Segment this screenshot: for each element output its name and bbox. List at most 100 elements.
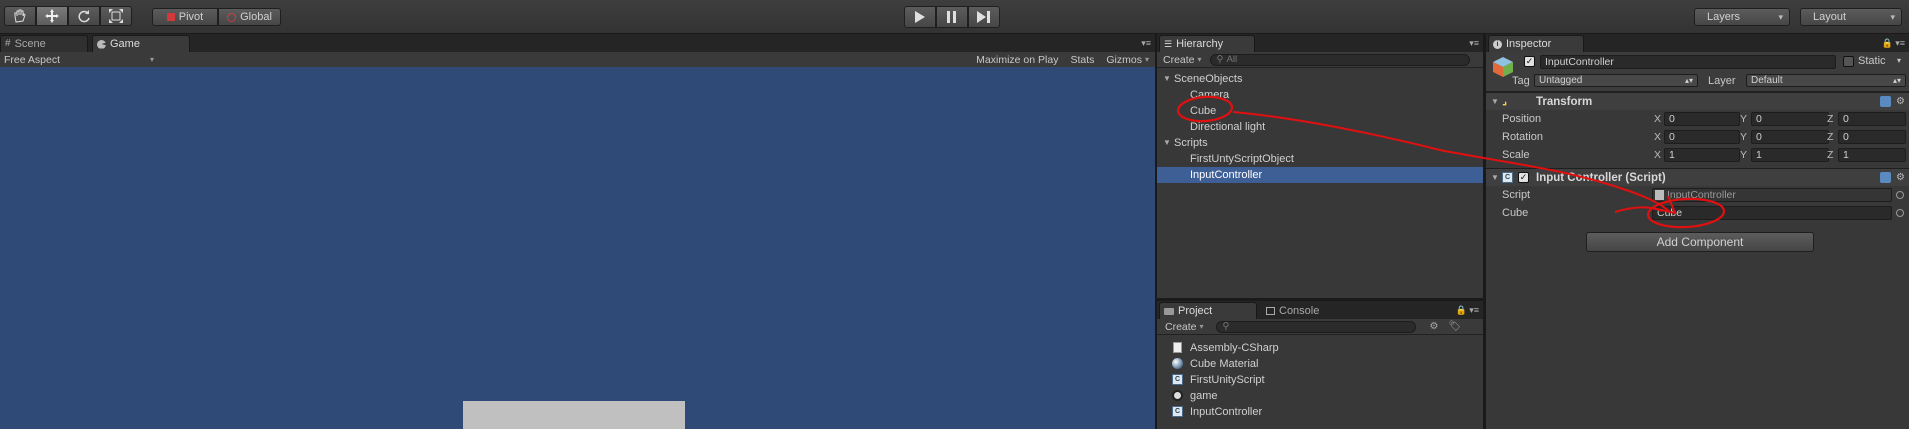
panel-menu-icon[interactable]: 🔒 ▾≡ — [1456, 305, 1479, 316]
pivot-toggle[interactable]: Pivot — [152, 8, 218, 26]
rotation-y-field[interactable]: 0 — [1751, 130, 1829, 144]
tree-item-directional-light[interactable]: Directional light — [1157, 119, 1483, 135]
game-toolbar: Free Aspect Maximize on Play Stats Gizmo… — [0, 52, 1155, 68]
maximize-on-play-toggle[interactable]: Maximize on Play — [970, 54, 1064, 66]
rotation-x-field[interactable]: 0 — [1664, 130, 1740, 144]
rotation-row: Rotation X 0 Y 0 Z 0 — [1486, 128, 1909, 146]
add-component-button[interactable]: Add Component — [1586, 232, 1814, 252]
game-viewport[interactable] — [0, 67, 1155, 429]
console-icon — [1266, 307, 1275, 315]
project-search-input[interactable]: ⚲ — [1215, 320, 1416, 333]
project-toolbar: Create ⚲ ⚙ 🏷 — [1157, 319, 1483, 335]
hierarchy-search-input[interactable]: ⚲ All — [1209, 53, 1470, 66]
script-component-header[interactable]: ▼ C ✓ Input Controller (Script) ⚙ — [1486, 168, 1909, 186]
tab-hierarchy[interactable]: ☰ Hierarchy — [1159, 35, 1255, 52]
inspector-tabstrip: i Inspector 🔒 ▾≡ — [1486, 34, 1909, 52]
filter-by-type-icon[interactable]: ⚙ — [1430, 321, 1439, 332]
object-picker-icon[interactable] — [1896, 209, 1904, 217]
cube-field-row: Cube Cube — [1486, 204, 1909, 222]
layers-dropdown[interactable]: Layers — [1694, 8, 1790, 26]
transform-component-header[interactable]: ▼ ⌟ Transform ⚙ — [1486, 92, 1909, 110]
static-dropdown-icon[interactable]: ▾ — [1897, 56, 1901, 65]
project-item-firstunityscript[interactable]: C FirstUnityScript — [1157, 372, 1483, 388]
grid-icon: # — [5, 38, 11, 49]
scale-z-field[interactable]: 1 — [1838, 148, 1906, 162]
panel-menu-icon[interactable]: ▾≡ — [1469, 38, 1479, 49]
static-checkbox[interactable] — [1843, 56, 1854, 67]
scale-x-field[interactable]: 1 — [1664, 148, 1740, 162]
script-reference-field[interactable]: InputController — [1652, 188, 1892, 202]
csharp-script-icon — [1655, 190, 1664, 200]
document-icon — [1173, 342, 1182, 353]
inspector-panel: i Inspector 🔒 ▾≡ ✓ InputController Stati… — [1486, 34, 1909, 429]
tree-item-firstuntyscriptobject[interactable]: FirstUntyScriptObject — [1157, 151, 1483, 167]
scale-y-field[interactable]: 1 — [1751, 148, 1829, 162]
layout-dropdown[interactable]: Layout — [1800, 8, 1902, 26]
project-item-cube-material[interactable]: Cube Material — [1157, 356, 1483, 372]
tree-item-cube[interactable]: Cube — [1157, 103, 1483, 119]
script-field-row: Script InputController — [1486, 186, 1909, 204]
csharp-script-icon: C — [1172, 406, 1183, 417]
tab-inspector[interactable]: i Inspector — [1488, 35, 1584, 52]
gizmos-dropdown[interactable]: Gizmos — [1100, 54, 1155, 66]
tree-item-scripts[interactable]: ▼ Scripts — [1157, 135, 1483, 151]
static-label: Static — [1858, 55, 1886, 67]
tree-item-camera[interactable]: Camera — [1157, 87, 1483, 103]
step-button[interactable] — [968, 6, 1000, 28]
help-icon[interactable] — [1880, 172, 1891, 183]
move-tool-button[interactable] — [36, 6, 68, 26]
hierarchy-create-dropdown[interactable]: Create — [1157, 54, 1208, 66]
filter-by-label-icon[interactable]: 🏷 — [1449, 321, 1462, 332]
panel-menu-icon[interactable]: 🔒 ▾≡ — [1882, 38, 1905, 49]
hierarchy-panel: ☰ Hierarchy ▾≡ Create ⚲ All ▼ SceneObjec… — [1157, 34, 1483, 298]
game-cube-object — [463, 401, 685, 429]
gear-icon[interactable]: ⚙ — [1896, 96, 1905, 107]
gear-icon[interactable]: ⚙ — [1896, 172, 1905, 183]
position-x-field[interactable]: 0 — [1664, 112, 1740, 126]
pause-button[interactable] — [936, 6, 968, 28]
scale-tool-button[interactable] — [100, 6, 132, 26]
play-button[interactable] — [904, 6, 936, 28]
gameobject-header: ✓ InputController Static ▾ Tag Untagged … — [1486, 52, 1909, 92]
tab-project[interactable]: Project — [1159, 302, 1257, 319]
material-sphere-icon — [1172, 358, 1183, 369]
scale-icon — [109, 9, 123, 23]
folder-icon — [1164, 307, 1174, 315]
tab-scene[interactable]: # Scene — [0, 35, 88, 52]
object-name-field[interactable]: InputController — [1540, 55, 1836, 69]
position-y-field[interactable]: 0 — [1751, 112, 1829, 126]
csharp-script-icon: C — [1502, 172, 1513, 183]
project-item-game[interactable]: game — [1157, 388, 1483, 404]
tab-console[interactable]: Console — [1261, 302, 1359, 319]
move-icon — [45, 9, 59, 23]
active-checkbox[interactable]: ✓ — [1524, 56, 1535, 67]
globe-icon — [227, 12, 237, 22]
hand-tool-button[interactable] — [4, 6, 36, 26]
aspect-dropdown[interactable]: Free Aspect — [0, 54, 160, 66]
project-item-inputcontroller[interactable]: C InputController — [1157, 404, 1483, 420]
object-picker-icon[interactable] — [1896, 191, 1904, 199]
project-create-dropdown[interactable]: Create — [1157, 321, 1210, 333]
hierarchy-tree: ▼ SceneObjects Camera Cube Directional l… — [1157, 69, 1483, 298]
rotation-z-field[interactable]: 0 — [1838, 130, 1906, 144]
rotate-tool-button[interactable] — [68, 6, 100, 26]
rotate-icon — [78, 10, 90, 23]
stats-toggle[interactable]: Stats — [1064, 54, 1100, 66]
cube-reference-field[interactable]: Cube — [1652, 206, 1892, 220]
game-panel-tabstrip: # Scene Game ▾≡ — [0, 34, 1155, 52]
project-item-assembly-csharp[interactable]: Assembly-CSharp — [1157, 340, 1483, 356]
pivot-icon — [166, 13, 175, 21]
tree-item-sceneobjects[interactable]: ▼ SceneObjects — [1157, 71, 1483, 87]
global-toggle[interactable]: Global — [218, 8, 281, 26]
script-enabled-checkbox[interactable]: ✓ — [1518, 172, 1529, 183]
layer-dropdown[interactable]: Default ▴▾ — [1746, 74, 1906, 87]
panel-menu-icon[interactable]: ▾≡ — [1141, 38, 1151, 49]
position-z-field[interactable]: 0 — [1838, 112, 1906, 126]
foldout-expanded-icon: ▼ — [1491, 97, 1499, 106]
tag-dropdown[interactable]: Untagged ▴▾ — [1534, 74, 1698, 87]
help-icon[interactable] — [1880, 96, 1891, 107]
tag-label: Tag — [1512, 75, 1530, 87]
tab-game[interactable]: Game — [92, 35, 190, 52]
list-icon: ☰ — [1164, 39, 1173, 49]
tree-item-inputcontroller[interactable]: InputController — [1157, 167, 1483, 183]
